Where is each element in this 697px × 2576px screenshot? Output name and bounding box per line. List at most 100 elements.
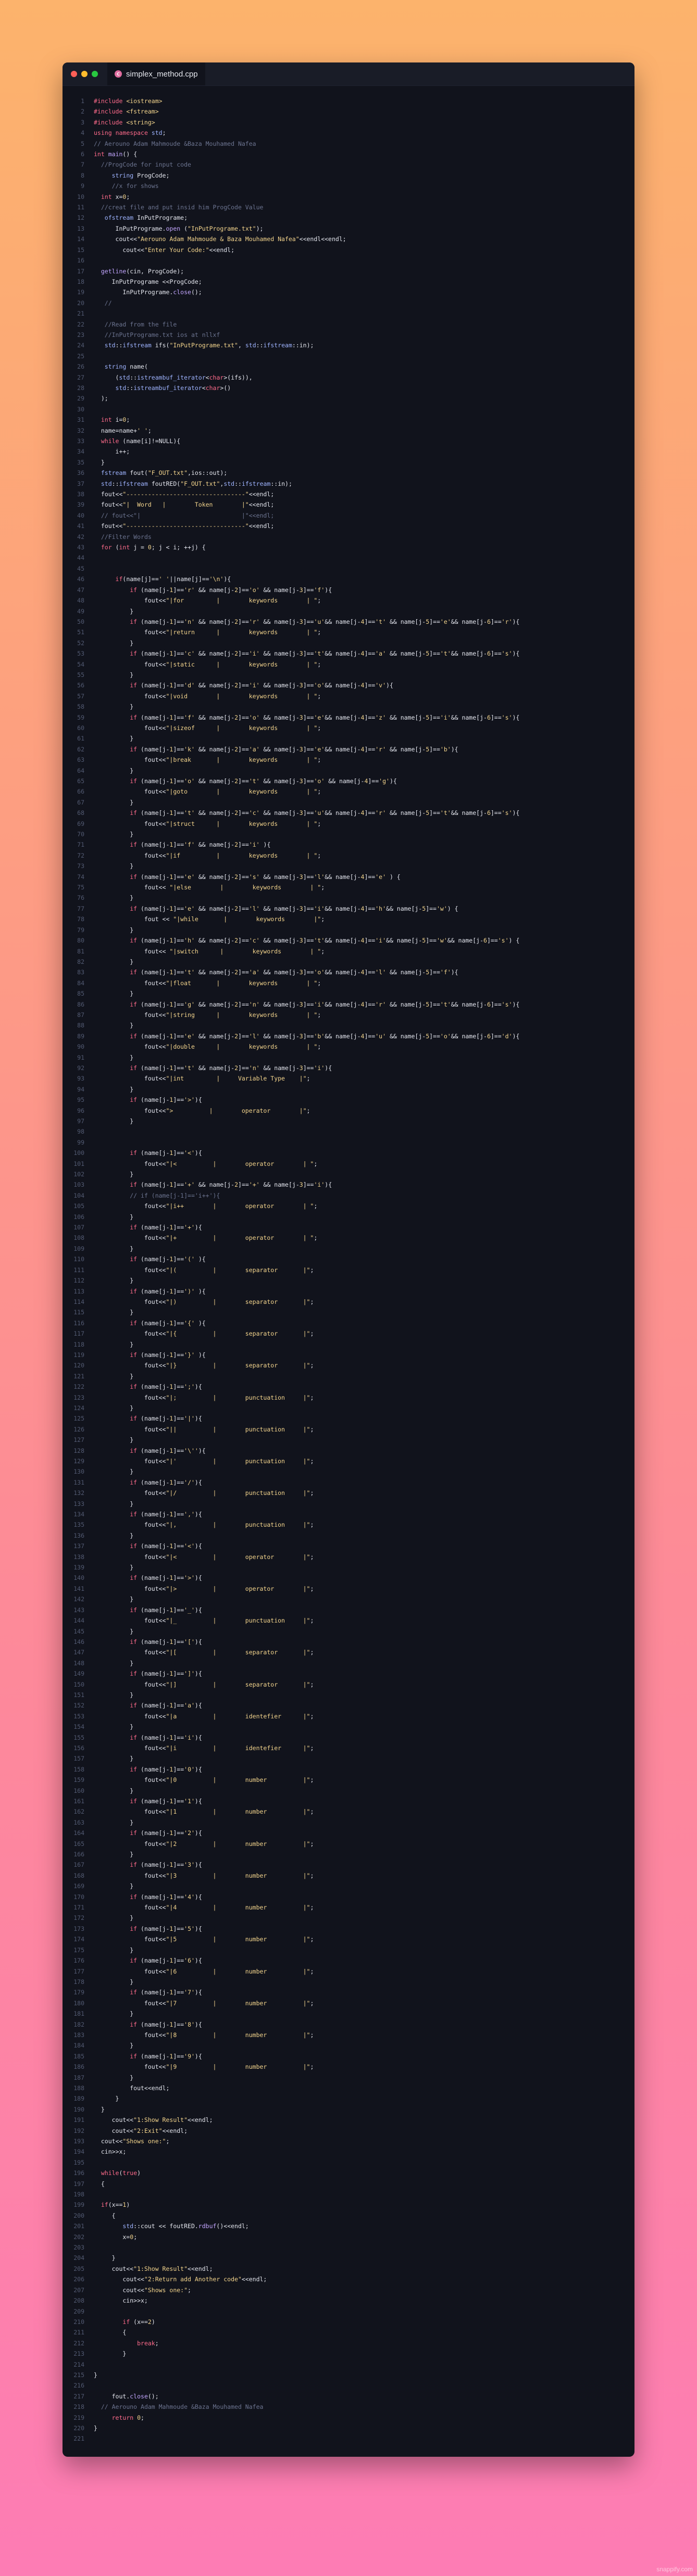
minimize-window-dot[interactable] xyxy=(81,71,88,77)
line-number: 61 xyxy=(77,735,84,743)
code-text: break; xyxy=(137,2339,159,2347)
line-number: 199 xyxy=(73,2201,84,2209)
code-line: 76 } xyxy=(63,893,634,903)
code-line: 155 if (name[j-1]=='i'){ xyxy=(63,1732,634,1743)
code-text: fout<<"|int | Variable Type |"; xyxy=(94,1075,310,1083)
code-text: } xyxy=(94,1595,134,1603)
code-line: 53 if (name[j-1]=='c' && name[j-2]=='i' … xyxy=(63,648,634,659)
code-text: if(x==1) xyxy=(101,2201,130,2209)
code-text: } xyxy=(94,2105,105,2113)
code-text: } xyxy=(94,1659,134,1667)
code-text: name=name+' '; xyxy=(94,426,152,434)
code-text: } xyxy=(94,862,134,870)
code-text: while(true) xyxy=(101,2169,141,2177)
line-number: 75 xyxy=(77,884,84,891)
code-text: } xyxy=(94,1468,134,1476)
line-number: 33 xyxy=(77,437,84,445)
code-text: } xyxy=(94,1564,134,1572)
code-text: x=0; xyxy=(94,2233,138,2241)
code-text: string ProgCode; xyxy=(111,171,170,179)
code-text: if (name[j-1]=='6'){ xyxy=(130,1957,202,1965)
code-text: } xyxy=(94,1882,134,1890)
line-number: 42 xyxy=(77,533,84,541)
code-line: 210 if (x==2) xyxy=(63,2317,634,2327)
line-number: 203 xyxy=(73,2244,84,2252)
code-line: 202 x=0; xyxy=(63,2232,634,2242)
code-line: 150 fout<<"|] | separator |"; xyxy=(63,1679,634,1690)
code-text: cin>>x; xyxy=(94,2148,127,2156)
line-number: 49 xyxy=(77,607,84,615)
code-line: 77 if (name[j-1]=='e' && name[j-2]=='l' … xyxy=(63,903,634,914)
code-text: //Read from the file xyxy=(104,320,177,328)
line-number: 180 xyxy=(73,1999,84,2007)
code-line: 134 if (name[j-1]==','){ xyxy=(63,1509,634,1519)
code-line: 176 if (name[j-1]=='6'){ xyxy=(63,1955,634,1966)
code-line: 124 } xyxy=(63,1403,634,1413)
code-line: 13 InPutPrograme.open ("InPutPrograme.tx… xyxy=(63,223,634,234)
code-text: } xyxy=(94,1978,134,1986)
code-text: if (name[j-1]=='f' && name[j-2]=='i' ){ xyxy=(130,841,271,849)
code-line: 181 } xyxy=(63,2008,634,2019)
line-number: 62 xyxy=(77,745,84,753)
line-number: 13 xyxy=(77,224,84,232)
close-window-dot[interactable] xyxy=(71,71,77,77)
code-line: 216 xyxy=(63,2380,634,2391)
code-text: fout<<"|0 | number |"; xyxy=(94,1776,314,1784)
line-number: 210 xyxy=(73,2318,84,2326)
line-number: 65 xyxy=(77,777,84,785)
code-text: if (name[j-1]=='/'){ xyxy=(130,1478,202,1486)
code-text: if (name[j-1]=='n' && name[j-2]=='r' && … xyxy=(130,618,520,625)
code-text: // xyxy=(104,299,112,307)
code-line: 51 fout<<"|return | keywords | "; xyxy=(63,627,634,637)
code-text: if (name[j-1]=='t' && name[j-2]=='n' && … xyxy=(130,1064,332,1072)
line-number: 58 xyxy=(77,703,84,711)
file-tab[interactable]: C simplex_method.cpp xyxy=(107,62,205,85)
line-number: 143 xyxy=(73,1606,84,1614)
code-text: int main() { xyxy=(94,150,138,158)
line-number: 151 xyxy=(73,1691,84,1699)
code-line: 14 cout<<"Aerouno Adam Mahmoude & Baza M… xyxy=(63,234,634,244)
code-line: 157 } xyxy=(63,1753,634,1764)
code-line: 10 int x=0; xyxy=(63,192,634,202)
code-line: 73 } xyxy=(63,861,634,871)
code-text: if (name[j-1]=='>'){ xyxy=(130,1096,202,1104)
code-line: 173 if (name[j-1]=='5'){ xyxy=(63,1924,634,1934)
code-line: 107 if (name[j-1]=='+'){ xyxy=(63,1222,634,1233)
code-line: 89 if (name[j-1]=='e' && name[j-2]=='l' … xyxy=(63,1031,634,1041)
code-text: } xyxy=(94,1946,134,1954)
code-line: 19 InPutPrograme.close(); xyxy=(63,287,634,297)
code-line: 197 { xyxy=(63,2179,634,2189)
code-line: 103 if (name[j-1]=='+' && name[j-2]=='+'… xyxy=(63,1179,634,1190)
code-text: } xyxy=(94,831,134,838)
code-line: 168 fout<<"|3 | number |"; xyxy=(63,1870,634,1881)
code-text: if (name[j-1]=='_'){ xyxy=(130,1606,202,1614)
code-line: 88 } xyxy=(63,1020,634,1031)
code-line: 37 std::ifstream foutRED("F_OUT.txt",std… xyxy=(63,479,634,489)
code-line: 207 cout<<"Shows one:"; xyxy=(63,2285,634,2295)
code-text: if (name[j-1]=='8'){ xyxy=(130,2020,202,2028)
code-line: 17 getline(cin, ProgCode); xyxy=(63,266,634,277)
line-number: 108 xyxy=(73,1234,84,1242)
code-line: 62 if (name[j-1]=='k' && name[j-2]=='a' … xyxy=(63,744,634,755)
code-line: 9 //x for shows xyxy=(63,181,634,191)
line-number: 57 xyxy=(77,692,84,700)
line-number: 211 xyxy=(73,2329,84,2336)
code-line: 16 xyxy=(63,255,634,266)
maximize-window-dot[interactable] xyxy=(92,71,98,77)
line-number: 136 xyxy=(73,1531,84,1539)
code-text: } xyxy=(94,735,134,743)
code-line: 29 ); xyxy=(63,393,634,404)
line-number: 156 xyxy=(73,1744,84,1752)
line-number: 209 xyxy=(73,2307,84,2315)
line-number: 202 xyxy=(73,2233,84,2241)
code-line: 128 if (name[j-1]=='\''){ xyxy=(63,1446,634,1456)
line-number: 182 xyxy=(73,2020,84,2028)
line-number: 43 xyxy=(77,544,84,551)
code-text: fout<<"|if | keywords | "; xyxy=(94,851,321,859)
line-number: 157 xyxy=(73,1755,84,1763)
code-text: fout<<"|) | separator |"; xyxy=(94,1298,314,1305)
code-text: cout<<"1:Show Result"<<endl; xyxy=(94,2265,213,2272)
line-number: 30 xyxy=(77,405,84,413)
